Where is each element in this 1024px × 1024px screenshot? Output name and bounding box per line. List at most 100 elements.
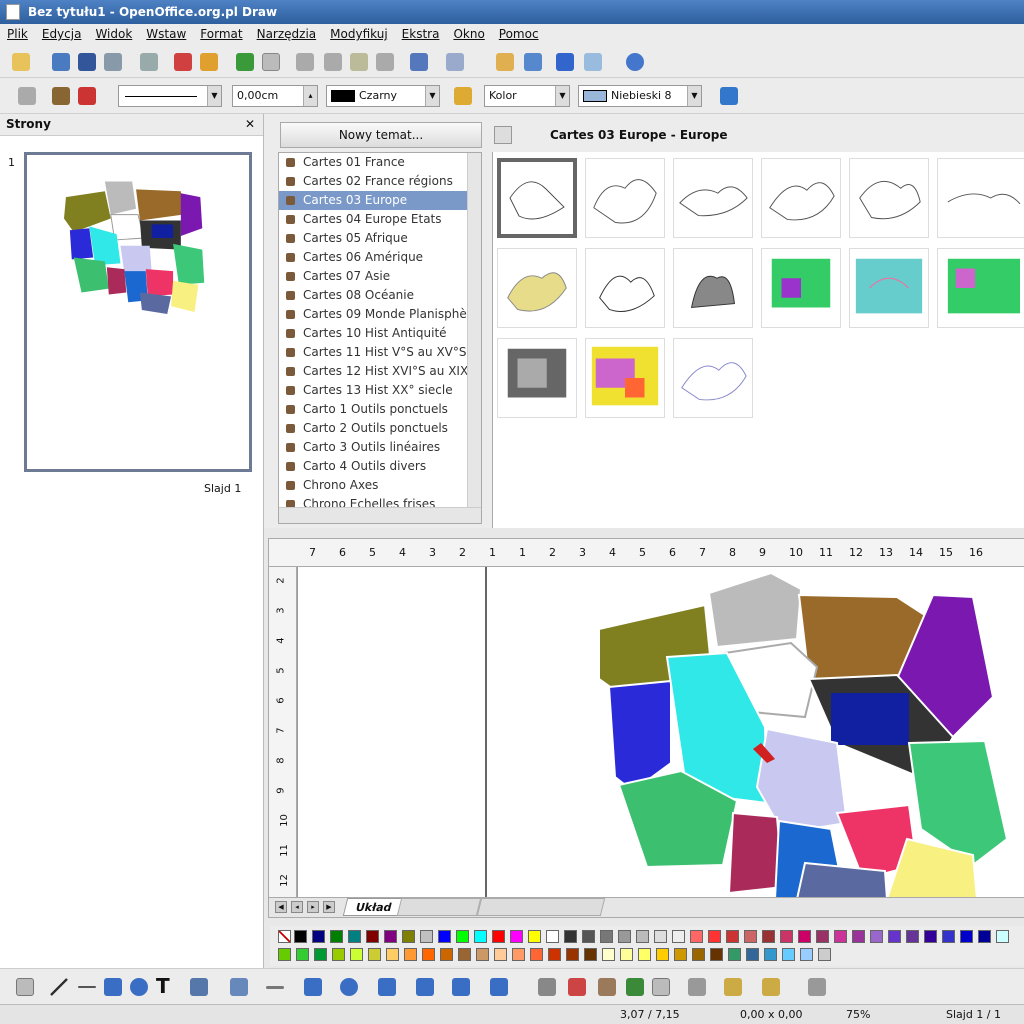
rectangle-icon[interactable] — [104, 978, 122, 996]
redo-icon[interactable] — [446, 53, 464, 71]
curve-icon[interactable] — [190, 978, 208, 996]
zoom-level[interactable]: 75% — [846, 1008, 870, 1021]
menu-modify[interactable]: Modyfikuj — [323, 24, 395, 46]
line-color-icon[interactable] — [52, 87, 70, 105]
color-swatch[interactable] — [620, 948, 633, 961]
zoom-icon[interactable] — [584, 53, 602, 71]
gallery-item[interactable] — [497, 248, 577, 328]
color-swatch[interactable] — [798, 930, 811, 943]
color-swatch[interactable] — [602, 948, 615, 961]
color-swatch[interactable] — [942, 930, 955, 943]
color-swatch[interactable] — [296, 948, 309, 961]
color-swatch[interactable] — [494, 948, 507, 961]
undo-icon[interactable] — [410, 53, 428, 71]
color-swatch[interactable] — [636, 930, 649, 943]
no-fill-swatch[interactable] — [278, 930, 291, 943]
lines-arrows-icon[interactable] — [266, 986, 284, 989]
theme-list-item[interactable]: Cartes 08 Océanie — [279, 286, 481, 305]
gallery-item[interactable] — [497, 338, 577, 418]
color-swatch[interactable] — [582, 930, 595, 943]
color-swatch[interactable] — [492, 930, 505, 943]
color-swatch[interactable] — [710, 948, 723, 961]
color-swatch[interactable] — [546, 930, 559, 943]
print-icon[interactable] — [140, 53, 158, 71]
points-icon[interactable] — [538, 978, 556, 996]
color-swatch[interactable] — [600, 930, 613, 943]
cut-icon[interactable] — [174, 53, 192, 71]
color-swatch[interactable] — [656, 948, 669, 961]
gallery-item[interactable] — [585, 338, 665, 418]
menu-file[interactable]: Plik — [0, 24, 35, 46]
color-swatch[interactable] — [330, 930, 343, 943]
gallery-item[interactable] — [761, 158, 841, 238]
color-swatch[interactable] — [780, 930, 793, 943]
from-file-icon[interactable] — [626, 978, 644, 996]
color-swatch[interactable] — [548, 948, 561, 961]
line-color-select[interactable]: Czarny ▼ — [326, 85, 440, 107]
theme-list-item[interactable]: Cartes 07 Asie — [279, 267, 481, 286]
save-icon[interactable] — [78, 53, 96, 71]
select-arrow-icon[interactable] — [16, 978, 34, 996]
gallery-item[interactable] — [673, 338, 753, 418]
color-swatch[interactable] — [708, 930, 721, 943]
color-swatch[interactable] — [744, 930, 757, 943]
theme-list-item[interactable]: Cartes 03 Europe — [279, 191, 481, 210]
color-swatch[interactable] — [818, 948, 831, 961]
color-swatch[interactable] — [438, 930, 451, 943]
area-icon[interactable] — [454, 87, 472, 105]
gallery-item[interactable] — [937, 158, 1024, 238]
menu-help[interactable]: Pomoc — [492, 24, 546, 46]
color-swatch[interactable] — [474, 930, 487, 943]
theme-list-item[interactable]: Cartes 12 Hist XVI°S au XIX°S — [279, 362, 481, 381]
theme-list-hscrollbar[interactable] — [279, 507, 481, 523]
color-swatch[interactable] — [692, 948, 705, 961]
color-swatch[interactable] — [960, 930, 973, 943]
gallery-item[interactable] — [673, 248, 753, 328]
connector-icon[interactable] — [230, 978, 248, 996]
theme-list-item[interactable]: Cartes 05 Afrique — [279, 229, 481, 248]
shadow-toggle-icon[interactable] — [808, 978, 826, 996]
color-swatch[interactable] — [528, 930, 541, 943]
gallery-item[interactable] — [761, 248, 841, 328]
open-icon[interactable] — [52, 53, 70, 71]
theme-list-item[interactable]: Cartes 06 Amérique — [279, 248, 481, 267]
theme-list-scrollbar[interactable] — [467, 153, 481, 509]
gallery-item[interactable] — [585, 158, 665, 238]
menu-window[interactable]: Okno — [446, 24, 491, 46]
line-arrow-icon[interactable] — [78, 986, 96, 988]
color-swatch[interactable] — [764, 948, 777, 961]
spellcheck-icon[interactable] — [236, 53, 254, 71]
color-swatch[interactable] — [852, 930, 865, 943]
callouts-icon[interactable] — [452, 978, 470, 996]
color-swatch[interactable] — [384, 930, 397, 943]
color-swatch[interactable] — [402, 930, 415, 943]
arrange-icon[interactable] — [762, 978, 780, 996]
line-style-select[interactable]: ▼ — [118, 85, 222, 107]
extrusion-icon[interactable] — [688, 978, 706, 996]
theme-list-item[interactable]: Carto 3 Outils linéaires — [279, 438, 481, 457]
first-tab-icon[interactable]: ◀ — [275, 901, 287, 913]
line-style-icon[interactable] — [18, 87, 36, 105]
plus-icon[interactable] — [556, 53, 574, 71]
color-swatch[interactable] — [672, 930, 685, 943]
color-swatch[interactable] — [816, 930, 829, 943]
fill-mode-select[interactable]: Kolor ▼ — [484, 85, 570, 107]
color-swatch[interactable] — [278, 948, 291, 961]
color-swatch[interactable] — [618, 930, 631, 943]
tab-controls[interactable] — [396, 898, 482, 916]
fontwork-icon[interactable] — [598, 978, 616, 996]
theme-list-item[interactable]: Cartes 02 France régions — [279, 172, 481, 191]
prev-tab-icon[interactable]: ◂ — [291, 901, 303, 913]
text-icon[interactable]: T — [156, 976, 174, 996]
color-swatch[interactable] — [440, 948, 453, 961]
theme-list-item[interactable]: Carto 4 Outils divers — [279, 457, 481, 476]
copy-icon[interactable] — [200, 53, 218, 71]
color-swatch[interactable] — [564, 930, 577, 943]
glue-points-icon[interactable] — [568, 978, 586, 996]
menu-tools[interactable]: Narzędzia — [250, 24, 324, 46]
new-document-icon[interactable] — [12, 53, 30, 71]
clone-icon[interactable] — [324, 53, 342, 71]
format-paintbrush-icon[interactable] — [350, 53, 368, 71]
basic-shapes-icon[interactable] — [304, 978, 322, 996]
color-swatch[interactable] — [870, 930, 883, 943]
